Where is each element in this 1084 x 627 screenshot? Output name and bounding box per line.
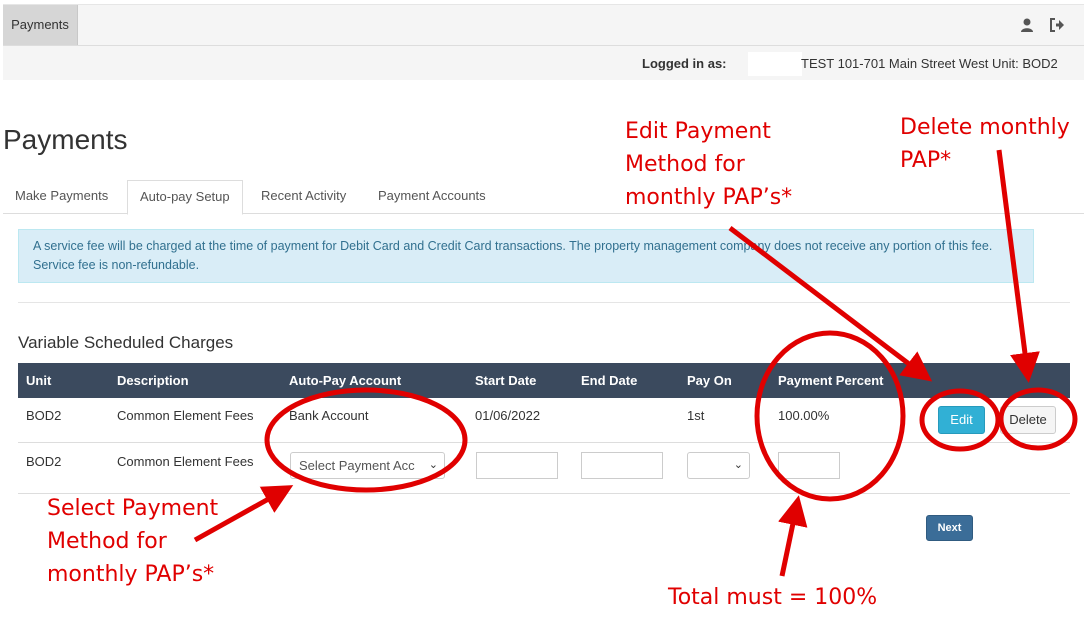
service-fee-alert: A service fee will be charged at the tim…: [18, 229, 1034, 283]
section-title: Variable Scheduled Charges: [18, 333, 234, 352]
cell-unit: BOD2: [26, 408, 62, 423]
end-date-input[interactable]: [581, 452, 663, 479]
annotation-delete-pap: Delete monthly PAP*: [900, 111, 1070, 177]
table-row: BOD2 Common Element Fees Bank Account 01…: [18, 398, 1070, 443]
cell-account: Bank Account: [289, 408, 369, 423]
col-auto-pay-account: Auto-Pay Account: [289, 373, 402, 388]
annotation-line: Edit Payment: [625, 119, 771, 144]
next-button[interactable]: Next: [926, 515, 973, 541]
annotation-line: Method for: [47, 529, 167, 554]
cell-description: Common Element Fees: [117, 454, 254, 469]
table-row: BOD2 Common Element Fees Select Payment …: [18, 443, 1070, 494]
col-end-date: End Date: [581, 373, 638, 388]
cell-unit: BOD2: [26, 454, 62, 469]
logged-in-label: Logged in as:: [642, 56, 727, 71]
col-payment-percent: Payment Percent: [778, 373, 884, 388]
top-navbar: Payments: [3, 4, 1084, 46]
edit-button[interactable]: Edit: [938, 406, 985, 434]
cell-pay-on: 1st: [687, 408, 705, 423]
annotation-line: PAP*: [900, 148, 952, 173]
page-title: Payments: [3, 124, 128, 155]
col-description: Description: [117, 373, 189, 388]
payment-percent-input[interactable]: [778, 452, 840, 479]
annotation-line: Method for: [625, 152, 745, 177]
col-unit: Unit: [26, 373, 52, 388]
tab-bar: Make Payments Auto-pay Setup Recent Acti…: [3, 180, 1084, 215]
pay-on-select[interactable]: ⌄: [687, 452, 750, 479]
chevron-down-icon: ⌄: [733, 459, 743, 471]
annotation-select-method: Select Payment Method for monthly PAP’s*: [47, 492, 218, 591]
redacted-username: [748, 52, 802, 76]
annotation-line: Select Payment: [47, 496, 219, 521]
divider: [18, 302, 1070, 303]
annotation-line: Delete monthly: [900, 115, 1070, 140]
payment-account-select[interactable]: Select Payment Acc ⌄: [290, 452, 445, 479]
tab-auto-pay-setup[interactable]: Auto-pay Setup: [127, 180, 243, 215]
select-placeholder: Select Payment Acc: [299, 458, 415, 473]
cell-percent: 100.00%: [778, 408, 830, 423]
start-date-input[interactable]: [476, 452, 558, 479]
col-pay-on: Pay On: [687, 373, 732, 388]
col-start-date: Start Date: [475, 373, 537, 388]
annotation-total: Total must = 100%: [668, 585, 878, 610]
tab-recent-activity[interactable]: Recent Activity: [249, 180, 358, 212]
logged-in-value: TEST 101-701 Main Street West Unit: BOD2: [801, 56, 1058, 71]
annotation-line: monthly PAP’s*: [625, 185, 793, 210]
tab-make-payments[interactable]: Make Payments: [3, 180, 120, 212]
login-bar: Logged in as: TEST 101-701 Main Street W…: [3, 46, 1084, 80]
user-icon[interactable]: [1019, 17, 1035, 33]
nav-tab-payments[interactable]: Payments: [3, 5, 78, 45]
annotation-edit-method: Edit Payment Method for monthly PAP’s*: [625, 115, 792, 214]
arrow-to-percent: [778, 495, 808, 577]
chevron-down-icon: ⌄: [428, 459, 438, 471]
table-header: Unit Description Auto-Pay Account Start …: [18, 363, 1070, 398]
logout-icon[interactable]: [1049, 17, 1065, 33]
delete-button[interactable]: Delete: [1000, 406, 1056, 434]
cell-description: Common Element Fees: [117, 408, 254, 423]
annotation-line: monthly PAP’s*: [47, 562, 215, 587]
cell-start-date: 01/06/2022: [475, 408, 541, 423]
tab-payment-accounts[interactable]: Payment Accounts: [366, 180, 498, 212]
